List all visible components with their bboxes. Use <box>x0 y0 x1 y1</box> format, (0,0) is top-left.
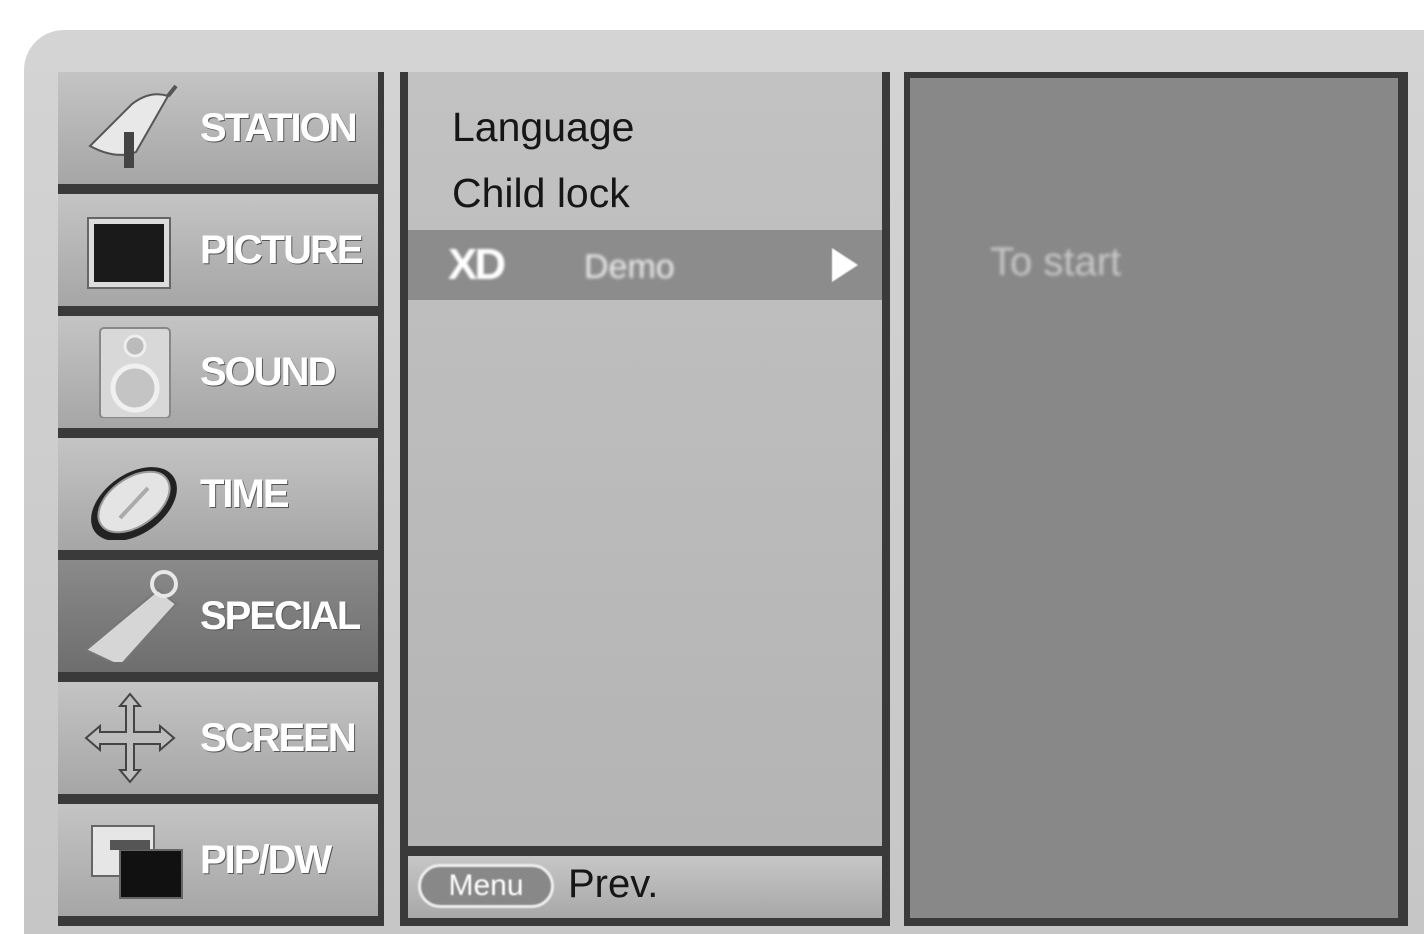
satellite-dish-icon <box>88 84 178 168</box>
menu-item-xd-demo[interactable]: XD Demo <box>408 230 882 300</box>
sidebar-item-label: TIME <box>200 472 290 516</box>
sidebar-item-sound[interactable]: SOUND <box>58 316 384 428</box>
menu-key-button[interactable]: Menu <box>418 864 554 908</box>
menu-footer: Menu Prev. <box>408 856 882 918</box>
clock-icon <box>91 467 177 540</box>
sub-panel-content: To start <box>910 78 1398 918</box>
move-arrows-icon <box>84 692 176 784</box>
prev-label: Prev. <box>568 862 659 906</box>
sidebar-item-station[interactable]: STATION <box>58 72 384 184</box>
options-list: Language Child lock XD Demo <box>408 72 882 846</box>
sidebar-item-label: SCREEN <box>200 716 357 760</box>
menu-item-language[interactable]: Language <box>452 104 634 151</box>
tv-screen-icon <box>87 217 171 289</box>
menu-item-label: Demo <box>584 248 675 286</box>
menu-item-child-lock[interactable]: Child lock <box>452 170 630 217</box>
sidebar-item-time[interactable]: TIME <box>58 438 384 550</box>
sidebar-item-label: PICTURE <box>200 228 364 272</box>
options-menu: Language Child lock XD Demo Menu Prev. <box>400 72 890 926</box>
xd-logo: XD <box>448 240 506 289</box>
sidebar-item-pip-dw[interactable]: PIP/DW <box>58 804 384 916</box>
right-arrow-icon <box>832 248 858 282</box>
sidebar-item-screen[interactable]: SCREEN <box>58 682 384 794</box>
category-sidebar: STATION PICTURE SOUND TIME SPECIAL SCREE… <box>58 72 384 926</box>
sidebar-item-label: PIP/DW <box>200 838 332 882</box>
sidebar-item-picture[interactable]: PICTURE <box>58 194 384 306</box>
sidebar-item-special[interactable]: SPECIAL <box>58 560 384 672</box>
sub-panel: To start <box>904 72 1408 926</box>
tag-icon <box>84 570 178 662</box>
speaker-icon <box>99 327 171 418</box>
sub-panel-text: To start <box>990 240 1122 284</box>
pip-windows-icon <box>91 825 183 899</box>
sidebar-item-label: SPECIAL <box>200 594 361 638</box>
sidebar-item-label: SOUND <box>200 350 336 394</box>
sidebar-item-label: STATION <box>200 106 358 150</box>
